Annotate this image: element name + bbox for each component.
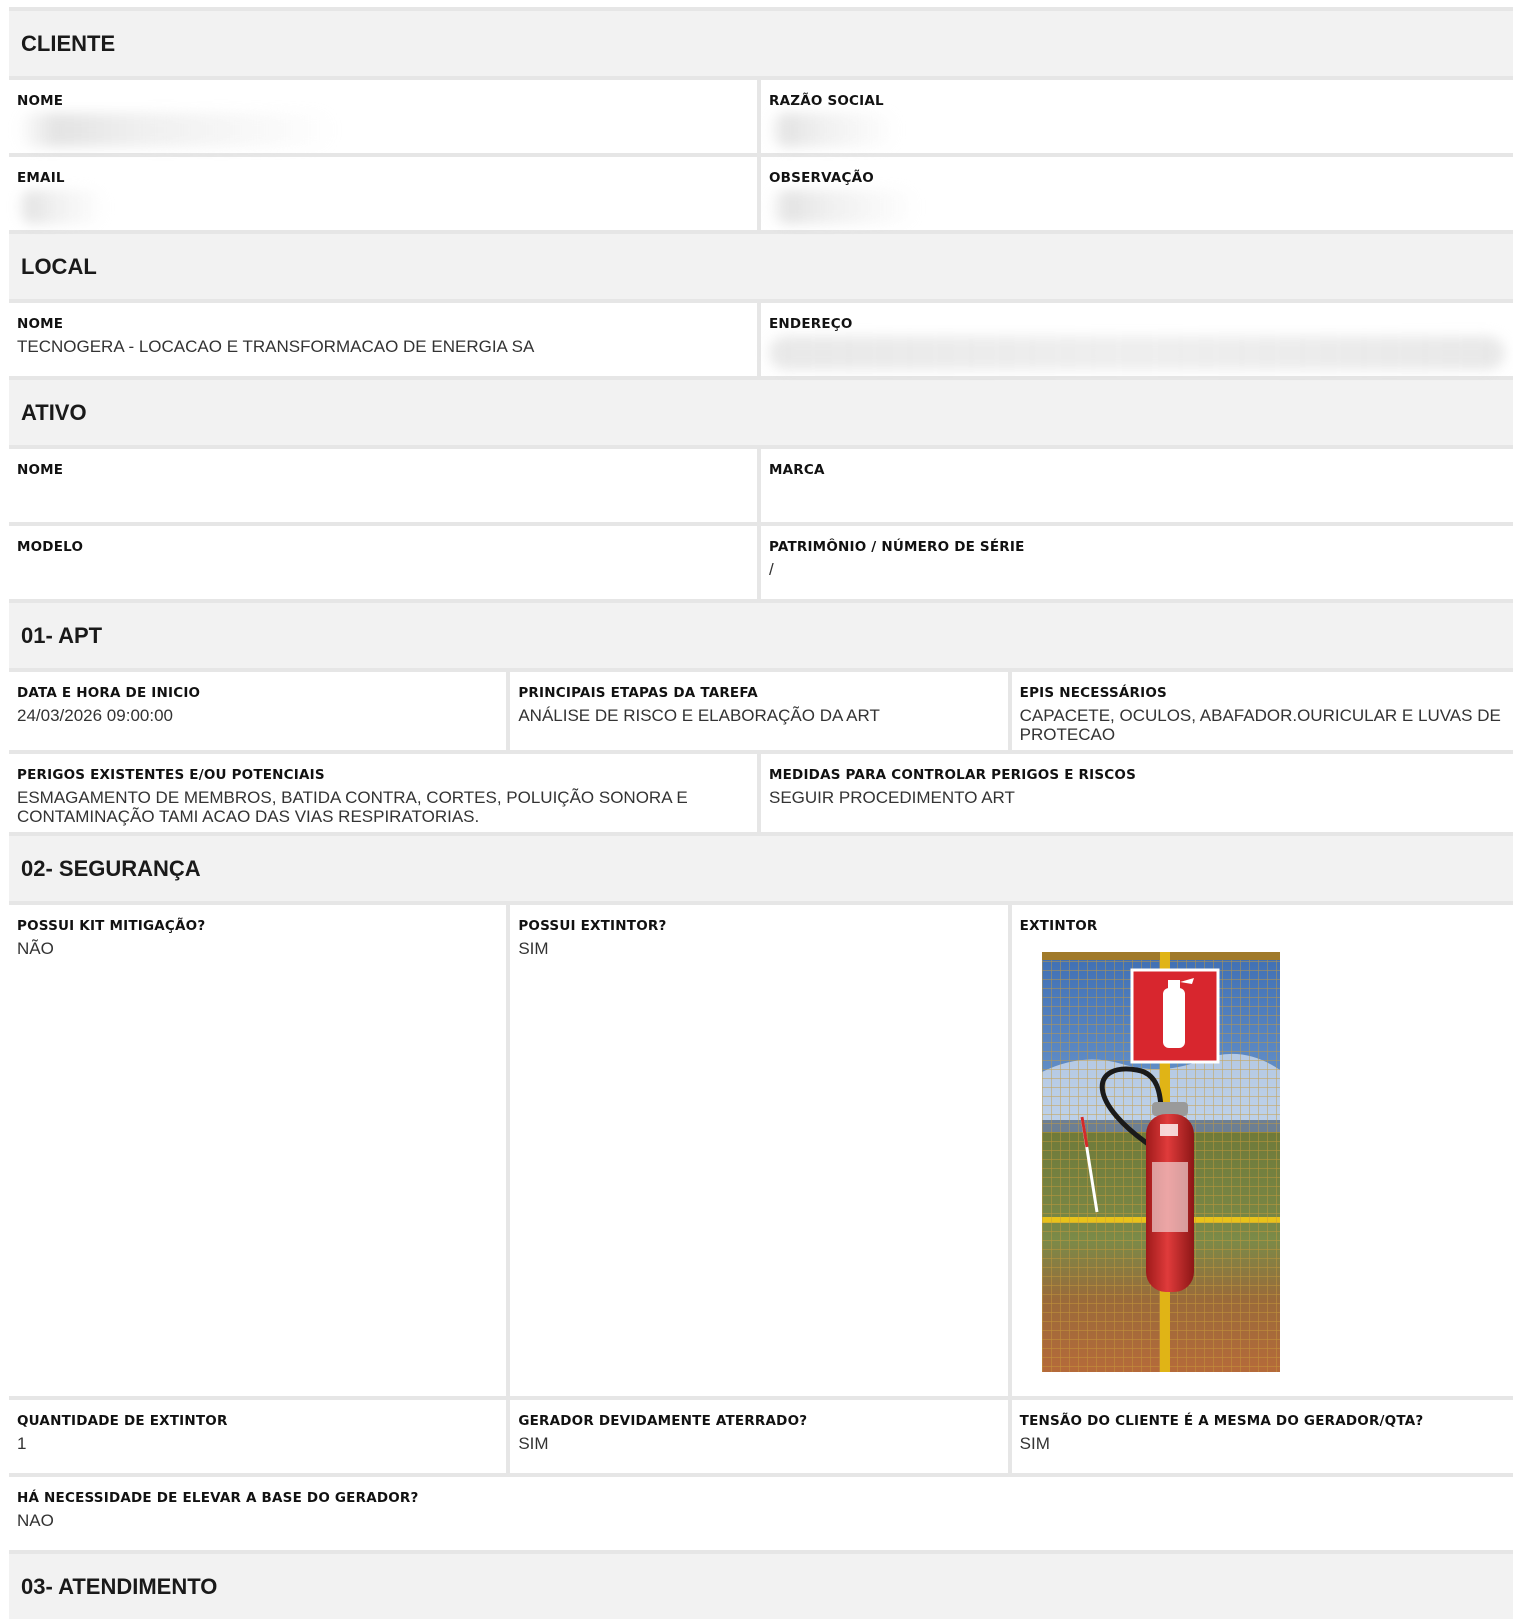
field-value: NAO — [17, 1511, 54, 1530]
field-extintor-photo: EXTINTOR — [1011, 905, 1513, 1396]
field-kit-mitigacao: POSSUI KIT MITIGAÇÃO? NÃO — [9, 905, 511, 1396]
field-razao-social: RAZÃO SOCIAL — [761, 80, 1513, 153]
field-label: NOME — [17, 316, 64, 332]
redacted-value — [17, 113, 337, 147]
field-quantidade-extintor: QUANTIDADE DE EXTINTOR 1 — [9, 1400, 511, 1473]
field-value: CAPACETE, OCULOS, ABAFADOR.OURICULAR E L… — [1019, 706, 1501, 744]
redacted-value — [769, 113, 899, 147]
field-value: ANÁLISE DE RISCO E ELABORAÇÃO DA ART — [518, 706, 880, 725]
row: POSSUI KIT MITIGAÇÃO? NÃO POSSUI EXTINTO… — [9, 901, 1513, 1396]
field-patrimonio: PATRIMÔNIO / NÚMERO DE SÉRIE / — [761, 526, 1513, 599]
row: MODELO PATRIMÔNIO / NÚMERO DE SÉRIE / — [9, 522, 1513, 599]
field-label: DATA E HORA DE INICIO — [17, 685, 201, 701]
row: PERIGOS EXISTENTES E/OU POTENCIAIS ESMAG… — [9, 750, 1513, 832]
field-label: RAZÃO SOCIAL — [769, 93, 884, 109]
section-cliente: CLIENTE — [9, 7, 1513, 76]
field-label: EXTINTOR — [1019, 918, 1098, 934]
field-perigos: PERIGOS EXISTENTES E/OU POTENCIAIS ESMAG… — [9, 754, 761, 832]
field-tensao-cliente: TENSÃO DO CLIENTE É A MESMA DO GERADOR/Q… — [1011, 1400, 1513, 1473]
field-label: PATRIMÔNIO / NÚMERO DE SÉRIE — [769, 539, 1025, 555]
redacted-value — [769, 336, 1505, 370]
row: QUANTIDADE DE EXTINTOR 1 GERADOR DEVIDAM… — [9, 1396, 1513, 1473]
field-label: EPIS NECESSÁRIOS — [1019, 685, 1167, 701]
field-elevar-base: HÁ NECESSIDADE DE ELEVAR A BASE DO GERAD… — [9, 1477, 1513, 1550]
field-modelo: MODELO — [9, 526, 761, 599]
field-value: NÃO — [17, 939, 54, 958]
extinguisher-photo[interactable] — [1041, 952, 1280, 1372]
field-value: 24/03/2026 09:00:00 — [17, 706, 173, 725]
section-title: ATIVO — [21, 399, 87, 425]
field-label: PERIGOS EXISTENTES E/OU POTENCIAIS — [17, 767, 325, 783]
field-possui-extintor: POSSUI EXTINTOR? SIM — [510, 905, 1012, 1396]
field-label: MARCA — [769, 462, 825, 478]
field-value: SIM — [518, 1434, 549, 1453]
row: DATA E HORA DE INICIO 24/03/2026 09:00:0… — [9, 668, 1513, 750]
field-observacao: OBSERVAÇÃO — [761, 157, 1513, 230]
field-label: OBSERVAÇÃO — [769, 170, 874, 186]
section-title: 02- SEGURANÇA — [21, 855, 201, 881]
field-etapas: PRINCIPAIS ETAPAS DA TAREFA ANÁLISE DE R… — [510, 672, 1012, 750]
field-email: EMAIL — [9, 157, 761, 230]
field-label: PRINCIPAIS ETAPAS DA TAREFA — [518, 685, 758, 701]
field-label: EMAIL — [17, 170, 65, 186]
section-title: LOCAL — [21, 253, 97, 279]
row: HÁ NECESSIDADE DE ELEVAR A BASE DO GERAD… — [9, 1473, 1513, 1550]
field-value: SIM — [518, 939, 549, 958]
field-label: MEDIDAS PARA CONTROLAR PERIGOS E RISCOS — [769, 767, 1137, 783]
row: NOME RAZÃO SOCIAL — [9, 76, 1513, 153]
field-label: POSSUI KIT MITIGAÇÃO? — [17, 918, 206, 934]
field-data-inicio: DATA E HORA DE INICIO 24/03/2026 09:00:0… — [9, 672, 511, 750]
section-ativo: ATIVO — [9, 376, 1513, 445]
field-label: ENDEREÇO — [769, 316, 853, 332]
section-atendimento: 03- ATENDIMENTO — [9, 1550, 1513, 1619]
field-cliente-nome: NOME — [9, 80, 761, 153]
field-label: GERADOR DEVIDAMENTE ATERRADO? — [518, 1413, 808, 1429]
field-endereco: ENDEREÇO — [761, 303, 1513, 376]
field-value: 1 — [17, 1434, 27, 1453]
row: NOME MARCA — [9, 445, 1513, 522]
field-value: ESMAGAMENTO DE MEMBROS, BATIDA CONTRA, C… — [17, 788, 688, 826]
field-label: TENSÃO DO CLIENTE É A MESMA DO GERADOR/Q… — [1019, 1413, 1424, 1429]
report: CLIENTE NOME RAZÃO SOCIAL EMAIL OBSERVAÇ… — [9, 7, 1513, 1619]
field-label: NOME — [17, 93, 64, 109]
section-title: CLIENTE — [21, 30, 116, 56]
section-apt: 01- APT — [9, 599, 1513, 668]
field-medidas: MEDIDAS PARA CONTROLAR PERIGOS E RISCOS … — [761, 754, 1513, 832]
field-value: / — [769, 560, 774, 579]
field-gerador-aterrado: GERADOR DEVIDAMENTE ATERRADO? SIM — [510, 1400, 1012, 1473]
field-value: SEGUIR PROCEDIMENTO ART — [769, 788, 1015, 807]
field-marca: MARCA — [761, 449, 1513, 522]
section-title: 03- ATENDIMENTO — [21, 1573, 218, 1599]
field-label: MODELO — [17, 539, 84, 555]
redacted-value — [769, 190, 919, 224]
field-label: POSSUI EXTINTOR? — [518, 918, 667, 934]
field-value: TECNOGERA - LOCACAO E TRANSFORMACAO DE E… — [17, 337, 535, 356]
section-title: 01- APT — [21, 622, 103, 648]
redacted-value — [17, 190, 107, 224]
field-local-nome: NOME TECNOGERA - LOCACAO E TRANSFORMACAO… — [9, 303, 761, 376]
field-label: NOME — [17, 462, 64, 478]
row: EMAIL OBSERVAÇÃO — [9, 153, 1513, 230]
field-label: QUANTIDADE DE EXTINTOR — [17, 1413, 228, 1429]
row: NOME TECNOGERA - LOCACAO E TRANSFORMACAO… — [9, 299, 1513, 376]
section-local: LOCAL — [9, 230, 1513, 299]
field-epis: EPIS NECESSÁRIOS CAPACETE, OCULOS, ABAFA… — [1011, 672, 1513, 750]
field-label: HÁ NECESSIDADE DE ELEVAR A BASE DO GERAD… — [17, 1490, 419, 1506]
field-value: SIM — [1019, 1434, 1050, 1453]
field-ativo-nome: NOME — [9, 449, 761, 522]
section-seguranca: 02- SEGURANÇA — [9, 832, 1513, 901]
